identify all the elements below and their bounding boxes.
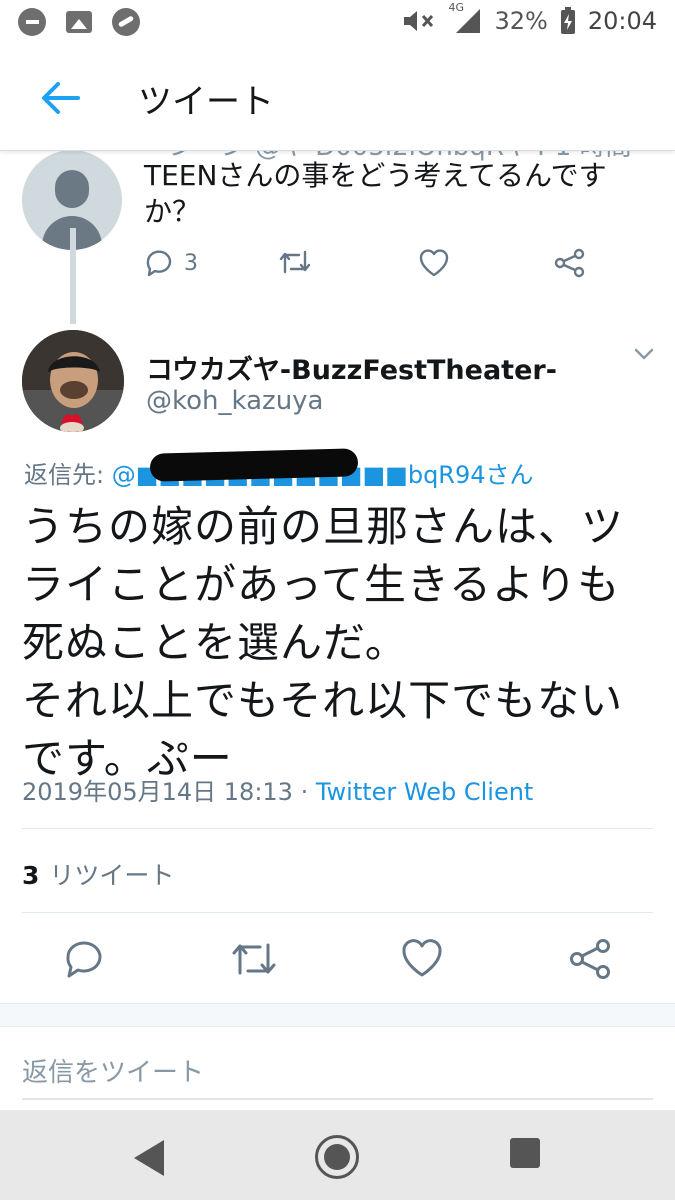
nav-recents-icon[interactable]	[510, 1138, 540, 1168]
parent-reply-button[interactable]: 3	[144, 248, 198, 278]
author-avatar[interactable]	[22, 330, 124, 432]
status-bar: 4G 32% 20:04	[0, 0, 675, 46]
retweet-count: 3	[22, 861, 40, 890]
tweet-metadata: 2019年05月14日 18:13 · Twitter Web Client	[22, 772, 533, 807]
retweet-arrows-icon[interactable]	[230, 937, 278, 981]
share-nodes-icon[interactable]	[568, 937, 612, 981]
parent-tweet-actions: 3	[144, 248, 614, 288]
reply-input[interactable]: 返信をツイート	[22, 1052, 204, 1089]
parent-tweet-text: TEENさんの事をどう考えてるんですか？	[144, 159, 607, 228]
top-app-bar: ツイート	[0, 46, 675, 151]
android-nav-bar	[0, 1110, 675, 1200]
status-bar-notifications	[18, 8, 140, 36]
replying-to-label: 返信先:	[24, 461, 112, 489]
author-name[interactable]: コウカズヤ-BuzzFestTheater-	[146, 348, 557, 387]
tweet-text: うちの嫁の前の旦那さんは、ツライことがあって生きるよりも死ぬことを選んだ。 それ…	[22, 502, 625, 783]
retweet-stats[interactable]: 3 リツイート	[22, 856, 174, 892]
battery-charging-icon	[560, 7, 575, 34]
reply-input-underline	[22, 1098, 653, 1100]
status-bar-system: 4G 32% 20:04	[402, 1, 657, 35]
page-title: ツイート	[138, 82, 274, 122]
share-nodes-icon	[554, 248, 585, 278]
nav-back-icon[interactable]	[134, 1140, 164, 1176]
clock: 20:04	[587, 7, 657, 35]
section-gap	[0, 1003, 675, 1027]
meta-separator: ·	[292, 778, 316, 806]
tweet-timestamp: 2019年05月14日 18:13	[22, 778, 293, 806]
speech-bubble-icon[interactable]	[62, 937, 106, 981]
thread-connector-line	[70, 228, 76, 324]
redaction-scribble	[149, 448, 359, 482]
heart-icon	[419, 249, 449, 277]
nav-home-icon[interactable]	[315, 1135, 359, 1179]
retweet-label: リツイート	[49, 861, 175, 890]
arrow-left-icon[interactable]	[38, 76, 82, 120]
battery-percent: 32%	[494, 7, 548, 35]
tweet-action-bar	[0, 925, 675, 995]
muted-volume-icon	[404, 11, 434, 31]
tweet-client-link[interactable]: Twitter Web Client	[316, 778, 534, 806]
chevron-down-icon[interactable]	[630, 344, 658, 364]
divider	[22, 828, 653, 829]
author-handle[interactable]: @koh_kazuya	[146, 386, 324, 416]
parent-retweet-button[interactable]	[278, 248, 312, 276]
signal-icon: 4G	[448, 1, 482, 35]
do-not-disturb-icon	[18, 8, 46, 36]
parent-like-button[interactable]	[418, 248, 450, 278]
speech-bubble-icon	[146, 250, 172, 277]
retweet-arrows-icon	[279, 250, 311, 274]
image-notification-icon	[66, 11, 92, 33]
parent-reply-count: 3	[184, 250, 198, 276]
divider	[22, 912, 653, 913]
app-notification-icon	[112, 8, 140, 36]
parent-share-button[interactable]	[554, 248, 586, 278]
heart-icon[interactable]	[400, 937, 444, 981]
